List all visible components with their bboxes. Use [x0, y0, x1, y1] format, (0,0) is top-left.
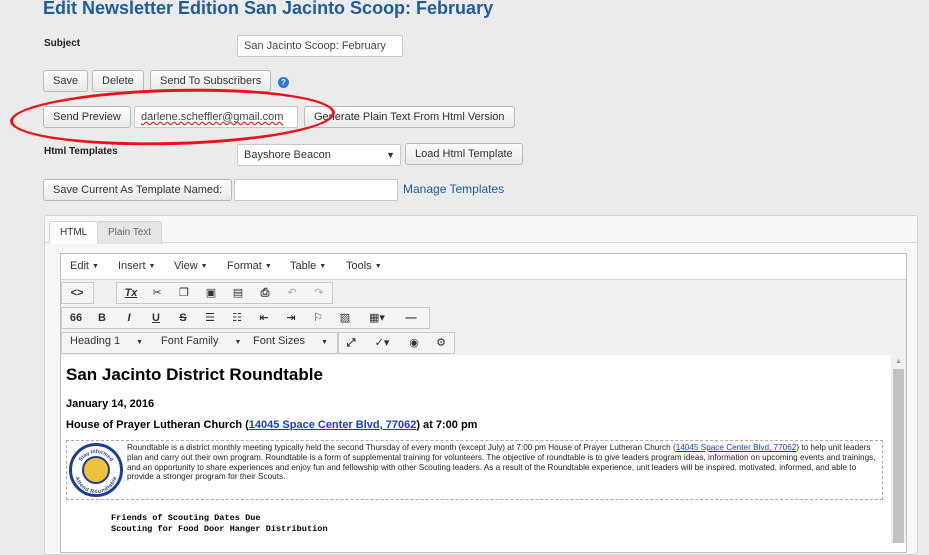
menu-edit[interactable]: Edit ▼: [70, 260, 99, 272]
tab-html[interactable]: HTML: [49, 221, 99, 244]
outdent-icon[interactable]: ⇤: [254, 308, 274, 328]
agenda-item: Friends of Scouting Dates Due: [111, 513, 261, 523]
location-prefix: House of Prayer Lutheran Church (: [66, 419, 249, 431]
settings-gear-icon[interactable]: ⚙: [431, 333, 451, 353]
caret-down-icon: ▼: [91, 263, 99, 270]
load-template-button[interactable]: Load Html Template: [405, 143, 523, 165]
html-templates-label: Html Templates: [44, 146, 118, 157]
roundtable-description: Roundtable is a district monthly meeting…: [127, 443, 879, 482]
font-family-dropdown[interactable]: Font Family ▼: [161, 335, 241, 347]
copy-icon[interactable]: ❐: [174, 283, 194, 303]
bold-icon[interactable]: B: [92, 308, 112, 328]
underline-icon[interactable]: U: [146, 308, 166, 328]
menu-view[interactable]: View ▼: [174, 260, 208, 272]
document-location: House of Prayer Lutheran Church (14045 S…: [66, 419, 477, 431]
caret-down-icon: ▼: [136, 339, 144, 346]
menu-edit-label: Edit: [70, 260, 89, 272]
template-name-input[interactable]: [234, 179, 398, 201]
menu-view-label: View: [174, 260, 198, 272]
paste-text-icon[interactable]: ▤: [228, 283, 248, 303]
indent-icon[interactable]: ⇥: [281, 308, 301, 328]
bullet-list-icon[interactable]: ☰: [200, 308, 220, 328]
preview-email-value: darlene.scheffler@gmail.com: [141, 111, 284, 123]
manage-templates-link[interactable]: Manage Templates: [403, 182, 504, 196]
page-title: Edit Newsletter Edition San Jacinto Scoo…: [43, 0, 494, 18]
subject-label: Subject: [44, 38, 81, 49]
agenda-list: Friends of Scouting Dates Due Scouting f…: [111, 513, 328, 534]
print-icon[interactable]: ⎙: [255, 283, 275, 303]
menu-insert[interactable]: Insert ▼: [118, 260, 155, 272]
caret-down-icon: ▼: [200, 263, 208, 270]
tab-plain-text[interactable]: Plain Text: [97, 221, 163, 244]
help-icon[interactable]: ?: [278, 77, 289, 88]
font-sizes-label: Font Sizes: [253, 335, 305, 347]
location-address-link[interactable]: 14045 Space Center Blvd, 77062: [249, 419, 417, 431]
blockquote-icon[interactable]: 66: [65, 308, 87, 328]
caret-down-icon: ▼: [319, 263, 327, 270]
caret-down-icon: ▼: [148, 263, 156, 270]
caret-down-icon: ▼: [374, 263, 382, 270]
description-address-link[interactable]: 14045 Space Center Blvd, 77062: [676, 443, 797, 452]
strikethrough-icon[interactable]: S: [173, 308, 193, 328]
subject-input[interactable]: San Jacinto Scoop: February: [237, 35, 403, 57]
caret-down-icon: ▼: [234, 339, 242, 346]
italic-icon[interactable]: I: [119, 308, 139, 328]
bookmark-icon[interactable]: ⚐: [308, 308, 328, 328]
description-text-1: Roundtable is a district monthly meeting…: [127, 443, 676, 452]
heading-dropdown[interactable]: Heading 1 ▼: [70, 335, 143, 347]
dropdown-arrow-icon: ▼: [386, 150, 395, 160]
menu-tools[interactable]: Tools ▼: [346, 260, 382, 272]
menu-table-label: Table: [290, 260, 317, 272]
fullscreen-icon[interactable]: ⤢: [341, 333, 361, 353]
location-suffix: ) at 7:00 pm: [416, 419, 478, 431]
delete-button[interactable]: Delete: [92, 70, 144, 92]
font-sizes-dropdown[interactable]: Font Sizes ▼: [253, 335, 328, 347]
caret-down-icon: ▼: [320, 339, 328, 346]
horizontal-rule-icon[interactable]: —: [400, 308, 422, 328]
undo-icon[interactable]: ↶: [282, 283, 302, 303]
heading-dropdown-label: Heading 1: [70, 335, 121, 347]
generate-plain-text-button[interactable]: Generate Plain Text From Html Version: [304, 106, 515, 128]
scrollbar-thumb[interactable]: [893, 369, 904, 543]
menu-format-label: Format: [227, 260, 262, 272]
document-heading: San Jacinto District Roundtable: [66, 365, 323, 384]
table-icon[interactable]: ▦▾: [362, 308, 392, 328]
preview-email-input[interactable]: darlene.scheffler@gmail.com: [134, 106, 298, 128]
document-date: January 14, 2016: [66, 398, 155, 410]
menu-tools-label: Tools: [346, 260, 372, 272]
menu-table[interactable]: Table ▼: [290, 260, 326, 272]
font-family-label: Font Family: [161, 335, 219, 347]
cut-icon[interactable]: ✂: [147, 283, 167, 303]
tab-bar: [44, 215, 918, 243]
template-select[interactable]: Bayshore Beacon ▼: [237, 144, 401, 166]
numbered-list-icon[interactable]: ☷: [227, 308, 247, 328]
save-button[interactable]: Save: [43, 70, 89, 92]
clear-format-icon[interactable]: Tx: [120, 283, 142, 303]
image-icon[interactable]: ▨: [335, 308, 355, 328]
preview-eye-icon[interactable]: ◉: [404, 333, 424, 353]
send-preview-button[interactable]: Send Preview: [43, 106, 131, 128]
template-select-value: Bayshore Beacon: [244, 149, 331, 161]
menu-format[interactable]: Format ▼: [227, 260, 272, 272]
source-code-icon[interactable]: <>: [66, 283, 88, 303]
spellcheck-icon[interactable]: ✓▾: [368, 333, 396, 353]
agenda-item: Scouting for Food Door Hanger Distributi…: [111, 524, 328, 534]
caret-down-icon: ▼: [264, 263, 272, 270]
scroll-up-icon[interactable]: ▲: [891, 356, 906, 368]
paste-icon[interactable]: ▣: [201, 283, 221, 303]
menu-insert-label: Insert: [118, 260, 146, 272]
fleur-de-lis-icon: [82, 456, 110, 484]
redo-icon[interactable]: ↷: [309, 283, 329, 303]
save-as-template-button[interactable]: Save Current As Template Named:: [43, 179, 233, 201]
send-to-subscribers-button[interactable]: Send To Subscribers: [150, 70, 272, 92]
